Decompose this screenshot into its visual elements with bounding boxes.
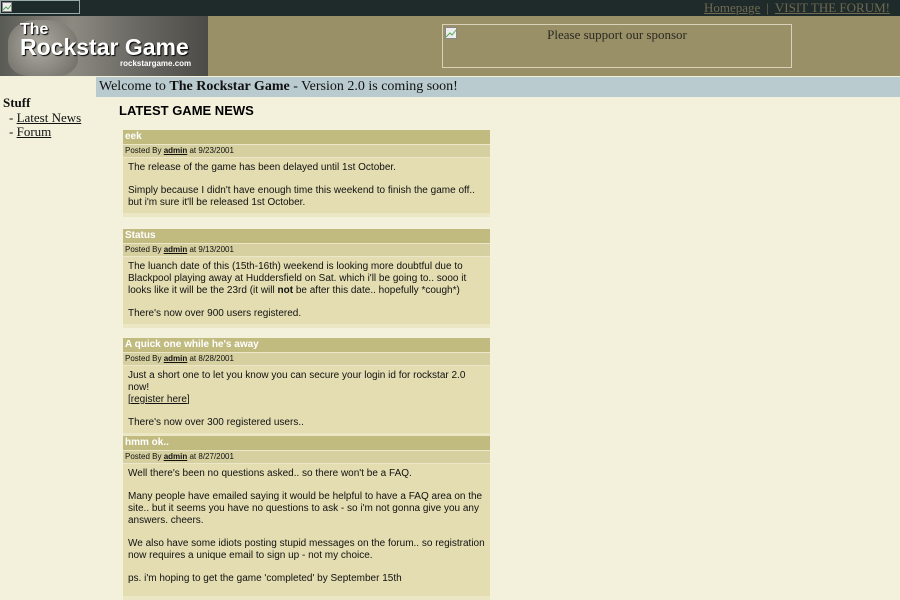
post-paragraph: There's now over 300 registered users.. [128,417,304,428]
post-body: The luanch date of this (15th-16th) week… [123,257,490,324]
top-links: Homepage | VISIT THE FORUM! [704,0,890,16]
site-logo[interactable]: The Rockstar Game rockstargame.com [0,16,208,76]
post-paragraph: Well there's been no questions asked.. s… [128,468,412,479]
posted-by-label: Posted By [125,354,164,363]
broken-image-placeholder [0,0,80,14]
sponsor-banner[interactable]: Please support our sponsor [442,24,792,68]
latest-news-link[interactable]: Latest News [17,110,82,125]
forum-link[interactable]: Forum [17,124,52,139]
post-paragraph: There's now over 900 users registered. [128,308,302,319]
post-date: at 8/27/2001 [187,452,234,461]
sidebar-item-latest-news: - Latest News [9,110,82,125]
news-post: A quick one while he's away Posted By ad… [123,338,490,437]
homepage-link[interactable]: Homepage [704,0,760,15]
post-meta: Posted By admin at 9/23/2001 [123,144,490,158]
post-paragraph: The release of the game has been delayed… [128,162,396,173]
post-paragraph: We also have some idiots posting stupid … [128,538,485,561]
page-title: LATEST GAME NEWS [119,103,254,118]
welcome-site-name: The Rockstar Game [169,79,290,94]
post-body: Just a short one to let you know you can… [123,366,490,433]
post-author-link[interactable]: admin [164,146,188,155]
post-paragraph: Simply because I didn't have enough time… [128,185,475,208]
top-bar: Homepage | VISIT THE FORUM! [0,0,900,16]
post-meta: Posted By admin at 9/13/2001 [123,243,490,257]
post-author-link[interactable]: admin [164,245,188,254]
logo-text-url: rockstargame.com [120,59,192,68]
sidebar-heading: Stuff [3,95,31,110]
post-title: Status [123,229,490,243]
sidebar-item-forum: - Forum [9,124,52,139]
news-post: eek Posted By admin at 9/23/2001 The rel… [123,130,490,217]
post-title: A quick one while he's away [123,338,490,352]
post-paragraph: The luanch date of this (15th-16th) week… [128,261,485,297]
visit-forum-link[interactable]: VISIT THE FORUM! [775,0,890,15]
register-here-link[interactable]: register here [131,394,187,405]
post-paragraph: Just a short one to let you know you can… [128,370,466,393]
welcome-bar: Welcome to The Rockstar Game - Version 2… [96,77,900,97]
news-post: Status Posted By admin at 9/13/2001 The … [123,229,490,328]
broken-image-icon [2,2,12,12]
posted-by-label: Posted By [125,245,164,254]
sponsor-text: Please support our sponsor [547,27,687,42]
post-meta: Posted By admin at 8/27/2001 [123,450,490,464]
post-bold-text: not [277,285,294,296]
post-meta: Posted By admin at 8/28/2001 [123,352,490,366]
logo-text-title: Rockstar Game [20,34,189,60]
post-body: Well there's been no questions asked.. s… [123,464,490,589]
post-text: be after this date.. hopefully *cough*) [293,285,460,296]
post-paragraph: ps. i'm hoping to get the game 'complete… [128,573,402,584]
sidebar-nav: Stuff - Latest News - Forum [3,96,93,139]
post-title: eek [123,130,490,144]
site-header: The Rockstar Game rockstargame.com Pleas… [0,16,900,76]
post-date: at 9/23/2001 [187,146,234,155]
post-date: at 8/28/2001 [187,354,234,363]
post-author-link[interactable]: admin [164,452,188,461]
post-body: The release of the game has been delayed… [123,158,490,213]
post-title: hmm ok.. [123,436,490,450]
welcome-suffix: - Version 2.0 is coming soon! [289,79,458,94]
posted-by-label: Posted By [125,452,164,461]
welcome-prefix: Welcome to [99,79,170,94]
posted-by-label: Posted By [125,146,164,155]
post-paragraph: Many people have emailed saying it would… [128,491,483,526]
post-author-link[interactable]: admin [164,354,188,363]
news-post: hmm ok.. Posted By admin at 8/27/2001 We… [123,436,490,600]
link-separator: | [766,0,769,15]
post-paragraph: [register here] [128,394,190,405]
post-date: at 9/13/2001 [187,245,234,254]
